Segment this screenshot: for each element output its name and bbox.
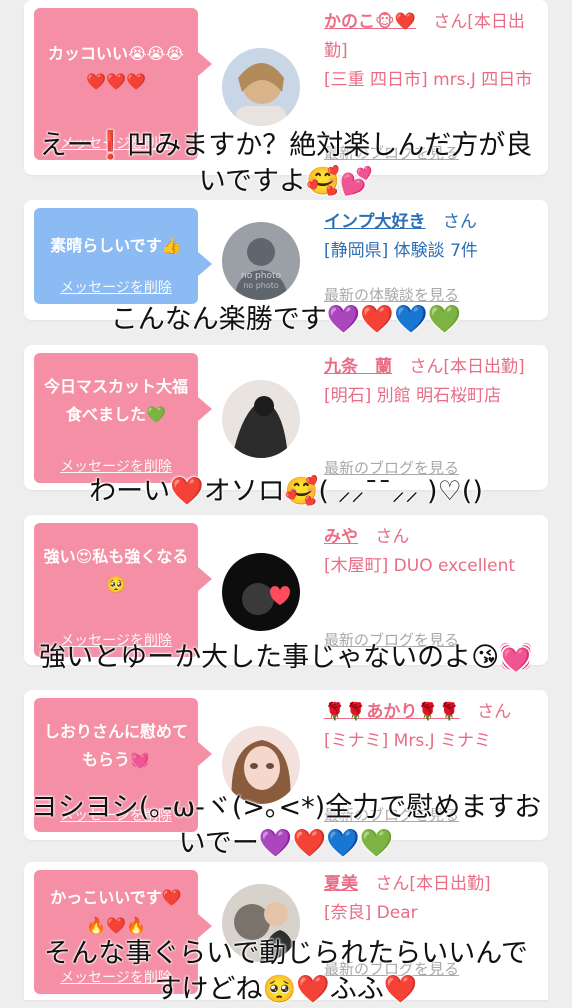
profile-info: かのこ🐵❤️ さん[本日出勤] [三重 四日市] mrs.J 四日市 (324, 8, 534, 95)
message-card: かっこいいです❤️🔥❤️🔥 メッセージを削除 夏美 さん[本日出勤] [奈良] … (24, 862, 548, 1000)
profile-name[interactable]: 九条 蘭 (324, 357, 392, 377)
message-bubble: しおりさんに慰めてもらう💓 メッセージを削除 (34, 698, 212, 832)
message-bubble: カッコいい😭😭😭❤️❤️❤️ メッセージを削除 (34, 8, 212, 160)
avatar[interactable]: no photo no photo (222, 222, 300, 300)
latest-post-link[interactable]: 最新のブログを見る (324, 457, 459, 478)
profile-info: 夏美 さん[本日出勤] [奈良] Dear (324, 870, 534, 928)
profile-name[interactable]: 🌹🌹あかり🌹🌹 (324, 702, 460, 722)
shop-area: [明石] 別館 明石桜町店 (324, 386, 502, 406)
shop-area: [静岡県] 体験談 7件 (324, 241, 478, 261)
honorific: さん (477, 702, 512, 722)
honorific: さん (375, 527, 410, 547)
honorific: さん (409, 357, 444, 377)
profile-name[interactable]: 夏美 (324, 874, 358, 894)
latest-post-link[interactable]: 最新のブログを見る (324, 804, 459, 825)
message-card: カッコいい😭😭😭❤️❤️❤️ メッセージを削除 かのこ🐵❤️ さん[本日出勤] … (24, 0, 548, 175)
message-bubble: かっこいいです❤️🔥❤️🔥 メッセージを削除 (34, 870, 212, 994)
delete-message-link[interactable]: メッセージを削除 (34, 968, 198, 988)
message-card: 強い😍私も強くなる🥺 メッセージを削除 みや さん [木屋町] DUO exce… (24, 515, 548, 665)
shop-area: [三重 四日市] mrs.J 四日市 (324, 70, 533, 90)
message-bubble: 強い😍私も強くなる🥺 メッセージを削除 (34, 523, 212, 657)
honorific: さん (433, 12, 468, 32)
profile-info: 🌹🌹あかり🌹🌹 さん [ミナミ] Mrs.J ミナミ (324, 698, 534, 756)
work-status: [本日出勤] (409, 874, 491, 894)
message-bubble: 素晴らしいです👍 メッセージを削除 (34, 208, 212, 304)
delete-message-link[interactable]: メッセージを削除 (34, 806, 198, 826)
avatar-label: no photo (243, 281, 279, 290)
profile-name[interactable]: インプ大好き (324, 212, 426, 232)
avatar[interactable] (222, 884, 300, 962)
profile-info: 九条 蘭 さん[本日出勤] [明石] 別館 明石桜町店 (324, 353, 534, 411)
message-text: しおりさんに慰めてもらう💓 (43, 722, 188, 769)
message-card: 素晴らしいです👍 メッセージを削除 no photo no photo インプ大… (24, 200, 548, 320)
message-card: しおりさんに慰めてもらう💓 メッセージを削除 🌹🌹あかり🌹🌹 さん [ミナミ] … (24, 690, 548, 840)
delete-message-link[interactable]: メッセージを削除 (34, 278, 198, 298)
message-text: 今日マスカット大福食べました💚 (43, 377, 188, 424)
message-text: 強い😍私も強くなる🥺 (43, 547, 189, 594)
message-text: カッコいい😭😭😭❤️❤️❤️ (47, 44, 185, 91)
shop-area: [木屋町] DUO excellent (324, 556, 516, 576)
avatar[interactable] (222, 553, 300, 631)
message-text: 素晴らしいです👍 (50, 236, 182, 255)
honorific: さん (375, 874, 410, 894)
profile-name[interactable]: みや (324, 527, 358, 547)
shop-area: [奈良] Dear (324, 903, 418, 923)
avatar[interactable] (222, 48, 300, 126)
latest-post-link[interactable]: 最新の体験談を見る (324, 284, 459, 305)
message-feed: カッコいい😭😭😭❤️❤️❤️ メッセージを削除 かのこ🐵❤️ さん[本日出勤] … (0, 0, 572, 1005)
delete-message-link[interactable]: メッセージを削除 (34, 631, 198, 651)
latest-post-link[interactable]: 最新のブログを見る (324, 142, 459, 163)
avatar-label: no photo (241, 271, 282, 281)
message-bubble: 今日マスカット大福食べました💚 メッセージを削除 (34, 353, 212, 483)
profile-info: みや さん [木屋町] DUO excellent (324, 523, 534, 581)
avatar[interactable] (222, 726, 300, 804)
profile-name[interactable]: かのこ🐵❤️ (324, 12, 416, 32)
delete-message-link[interactable]: メッセージを削除 (34, 134, 198, 154)
profile-info: インプ大好き さん [静岡県] 体験談 7件 (324, 208, 534, 266)
latest-post-link[interactable]: 最新のブログを見る (324, 958, 459, 979)
honorific: さん (442, 212, 477, 232)
message-card: 今日マスカット大福食べました💚 メッセージを削除 九条 蘭 さん[本日出勤] [… (24, 345, 548, 490)
avatar[interactable] (222, 380, 300, 458)
work-status: [本日出勤] (443, 357, 525, 377)
message-text: かっこいいです❤️🔥❤️🔥 (50, 888, 182, 935)
latest-post-link[interactable]: 最新のブログを見る (324, 629, 459, 650)
delete-message-link[interactable]: メッセージを削除 (34, 457, 198, 477)
shop-area: [ミナミ] Mrs.J ミナミ (324, 731, 492, 751)
